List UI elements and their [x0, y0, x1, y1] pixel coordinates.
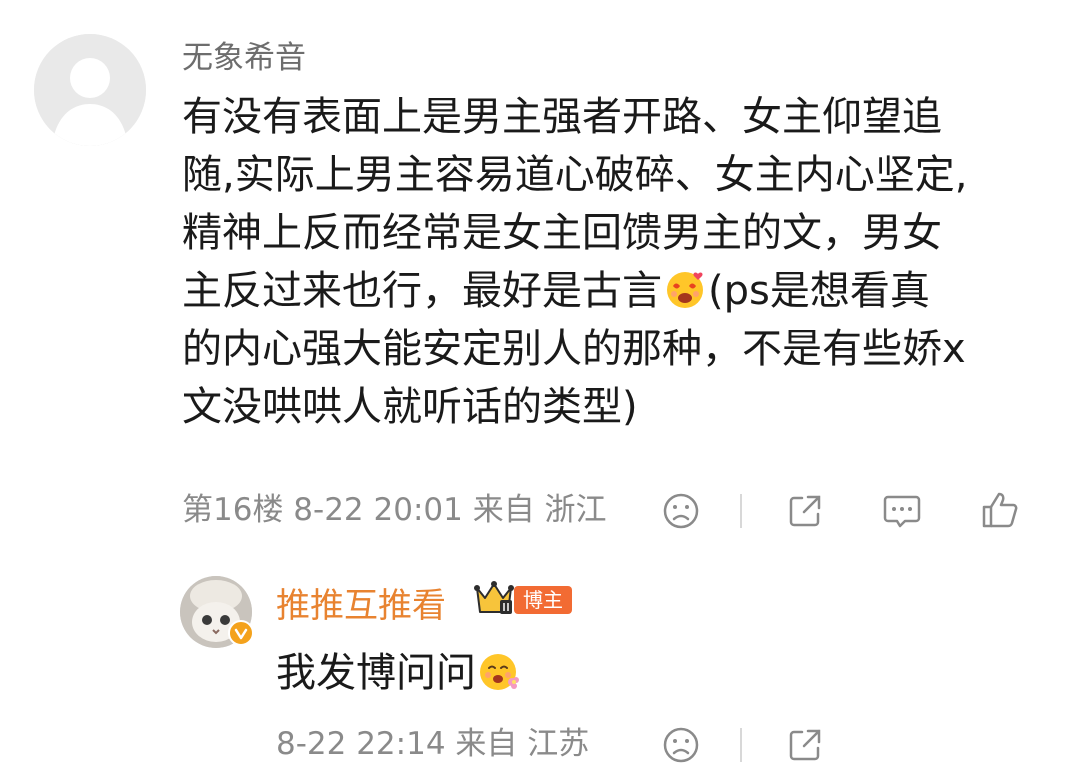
comment-line-part: (ps是想看真	[708, 268, 930, 314]
comment-line: 随,实际上男主容易道心破碎、女主内心坚定,	[182, 152, 968, 198]
comment-body: 有没有表面上是男主强者开路、女主仰望追 随,实际上男主容易道心破碎、女主内心坚定…	[182, 88, 1040, 436]
comment-line-part: 主反过来也行，最好是古言	[182, 268, 662, 314]
frown-icon[interactable]	[662, 726, 700, 764]
reply-body: 我发博问问	[276, 640, 522, 698]
divider	[740, 494, 742, 528]
user-avatar[interactable]	[34, 34, 146, 146]
blogger-badge: 博主	[514, 586, 572, 614]
reply-meta-row: 8-22 22:14 来自 江苏	[276, 724, 1056, 768]
comment-line: 有没有表面上是男主强者开路、女主仰望追	[182, 94, 942, 140]
reply-text: 我发博问问	[276, 650, 476, 696]
crown-icon	[474, 581, 514, 614]
share-icon[interactable]	[786, 726, 824, 764]
reply-meta: 8-22 22:14 来自 江苏	[276, 726, 590, 762]
comment-line: 文没哄哄人就听话的类型)	[182, 384, 638, 430]
reply-username[interactable]: 推推互推看	[276, 578, 446, 627]
comment-username[interactable]: 无象希音	[182, 32, 306, 77]
verified-badge-icon	[228, 620, 254, 646]
divider	[740, 728, 742, 762]
default-avatar-icon	[34, 34, 146, 146]
like-icon[interactable]	[980, 490, 1020, 530]
comment-meta: 第16楼 8-22 20:01 来自 浙江	[182, 492, 607, 528]
comment-meta-row: 第16楼 8-22 20:01 来自 浙江	[182, 490, 1042, 534]
comment-line: 精神上反而经常是女主回馈男主的文，男女	[182, 210, 942, 256]
flower-blush-emoji-icon	[480, 654, 519, 690]
frown-icon[interactable]	[662, 492, 700, 530]
heart-eyes-emoji-icon	[667, 272, 703, 308]
comment-line: 的内心强大能安定别人的那种，不是有些娇x	[182, 326, 966, 372]
comment-line: 主反过来也行，最好是古言 (ps是想看真	[182, 262, 1040, 320]
share-icon[interactable]	[786, 492, 824, 530]
comment-icon[interactable]	[882, 492, 922, 530]
